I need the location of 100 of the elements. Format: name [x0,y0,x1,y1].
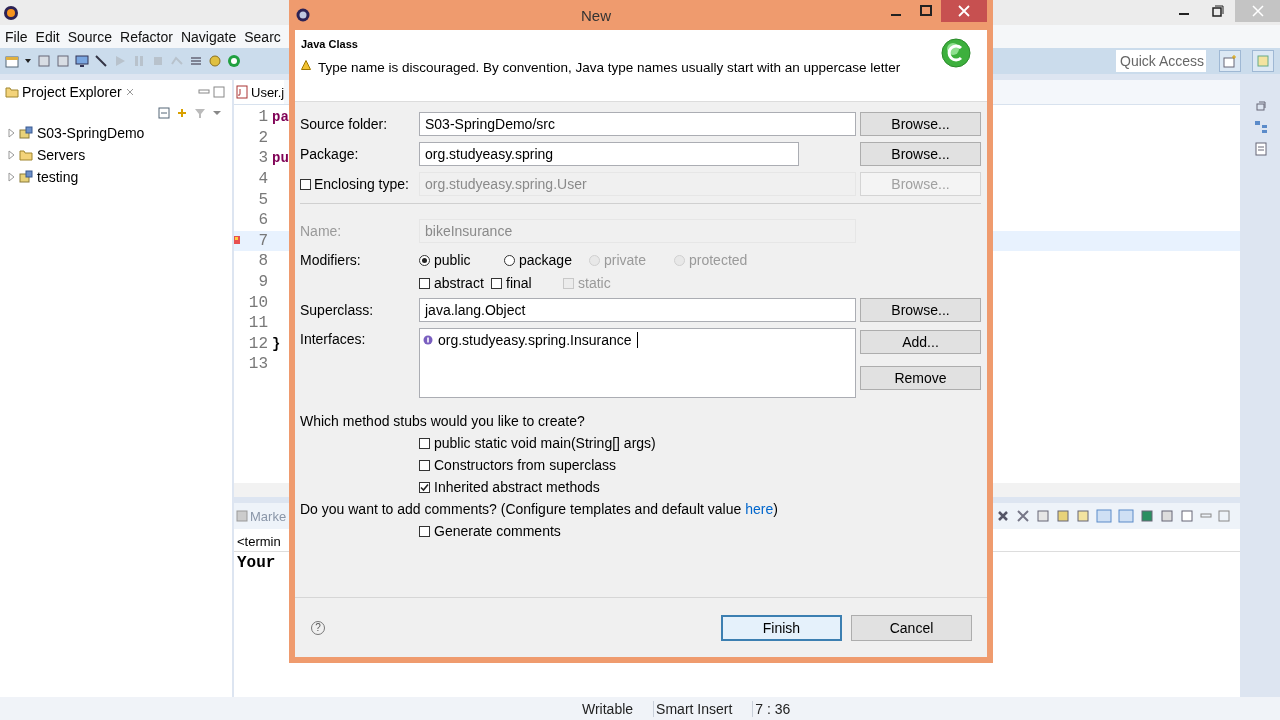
editor-tab[interactable]: User.j [234,80,285,104]
tree-item[interactable]: Servers [37,147,86,163]
scroll-lock-icon[interactable] [1036,509,1050,523]
tree-item[interactable]: testing [37,169,79,185]
menu-item[interactable]: Edit [35,28,60,45]
new-class-icon [941,38,971,68]
maximize-icon[interactable] [920,5,932,17]
code-text: pu [272,150,289,167]
line-number: 5 [257,190,268,209]
expand-arrow-icon[interactable] [8,150,15,160]
package-field[interactable]: org.studyeasy.spring [419,142,799,166]
add-button[interactable]: Add... [860,330,981,354]
save-all-icon[interactable] [56,54,70,68]
outline-icon[interactable] [1254,120,1268,134]
line-number: 11 [247,314,268,333]
expand-arrow-icon[interactable] [8,128,15,138]
line-number: 10 [247,293,268,312]
warning-message: Type name is discouraged. By convention, Java type names usually start with an uppercase letter [318,60,901,75]
project-icon [19,170,33,184]
checkbox-label: Enclosing type: [314,176,409,192]
markers-icon [236,510,248,522]
checkbox-label: static [578,275,611,291]
browse-button[interactable]: Browse... [860,142,981,166]
list-icon[interactable] [189,54,203,68]
collapse-all-icon[interactable] [158,107,170,119]
tree-item[interactable]: S03-SpringDemo [37,125,145,141]
filter-icon[interactable] [194,107,206,119]
line-number: 13 [247,355,268,374]
menu-item[interactable]: Refactor [120,28,173,45]
show-stderr-icon[interactable] [1118,509,1134,523]
radio-label: protected [689,252,748,268]
pin-console-icon[interactable] [1140,509,1154,523]
close-icon[interactable] [124,87,135,97]
restore-icon[interactable] [1212,5,1224,17]
save-icon[interactable] [37,54,51,68]
close-button[interactable] [941,0,987,22]
new-window-icon[interactable] [5,54,19,68]
radio-label: package [519,252,572,268]
checkbox[interactable] [419,525,430,537]
task-list-icon[interactable] [1254,142,1268,156]
word-wrap-icon[interactable] [1076,509,1090,523]
close-icon[interactable] [958,5,970,17]
question-text: Which method stubs would you like to create? [300,413,585,429]
quick-access-field[interactable]: Quick Access [1116,50,1206,72]
browse-button[interactable]: Browse... [860,112,981,136]
radio-button[interactable] [504,254,515,266]
field-label: Modifiers: [300,252,362,268]
panel-title[interactable]: Project Explorer [22,84,122,100]
checkbox[interactable] [419,459,430,471]
remove-all-icon[interactable] [1016,509,1030,523]
source-folder-field[interactable]: S03-SpringDemo/src [419,112,856,136]
java-ee-icon [1256,54,1270,68]
run-icon[interactable] [227,54,241,68]
eclipse-logo-icon [295,7,311,23]
list-item[interactable]: org.studyeasy.spring.Insurance [438,332,632,348]
java-file-icon [236,85,248,99]
display-console-icon[interactable] [1160,509,1174,523]
radio-button[interactable] [419,254,430,266]
folder-icon [5,85,19,99]
menu-item[interactable]: Navigate [180,28,237,45]
wizard-title: Java Class [301,38,359,50]
clear-console-icon[interactable] [1056,509,1070,523]
menu-item[interactable]: Searc [244,28,281,45]
field-label: Package: [300,146,360,162]
eclipse-logo-icon [2,3,20,22]
cancel-button[interactable]: Cancel [851,614,972,641]
expand-arrow-icon[interactable] [8,172,15,182]
project-icon [19,126,33,140]
checkbox[interactable] [419,481,430,493]
show-stdout-icon[interactable] [1096,509,1112,523]
line-number: 7 [257,231,268,250]
checkbox-label: Constructors from superclass [434,457,617,473]
remove-launch-icon[interactable] [996,509,1010,523]
new-console-icon[interactable] [1180,509,1194,523]
perspective-button[interactable] [1219,50,1241,72]
link-icon[interactable] [176,107,188,119]
finish-button[interactable]: Finish [721,614,842,641]
radio-label: public [434,252,471,268]
perspective-button[interactable] [1252,50,1274,72]
here-link[interactable]: here [745,501,774,517]
checkbox[interactable] [419,437,430,449]
console-output: Your [236,553,277,574]
comments-question: Do you want to add comments? (Configure templates and default value here) [300,501,778,517]
status-text: Writable [581,700,635,717]
interface-icon [423,335,433,345]
interfaces-list[interactable]: org.studyeasy.spring.Insurance [419,328,856,398]
browse-button[interactable]: Browse... [860,298,981,322]
dialog-title: New [581,6,611,24]
superclass-field[interactable]: java.lang.Object [419,298,856,322]
checkbox[interactable] [419,277,430,289]
checkbox-label: abstract [434,275,484,291]
menu-item[interactable]: File [5,28,28,45]
warning-icon [301,60,311,70]
monitor-icon[interactable] [75,54,89,68]
code-text: pa [272,109,289,126]
menu-item[interactable]: Source [67,28,113,45]
remove-button[interactable]: Remove [860,366,981,390]
folder-icon [19,148,33,162]
checkbox[interactable] [491,277,502,289]
line-number: 6 [257,211,268,230]
